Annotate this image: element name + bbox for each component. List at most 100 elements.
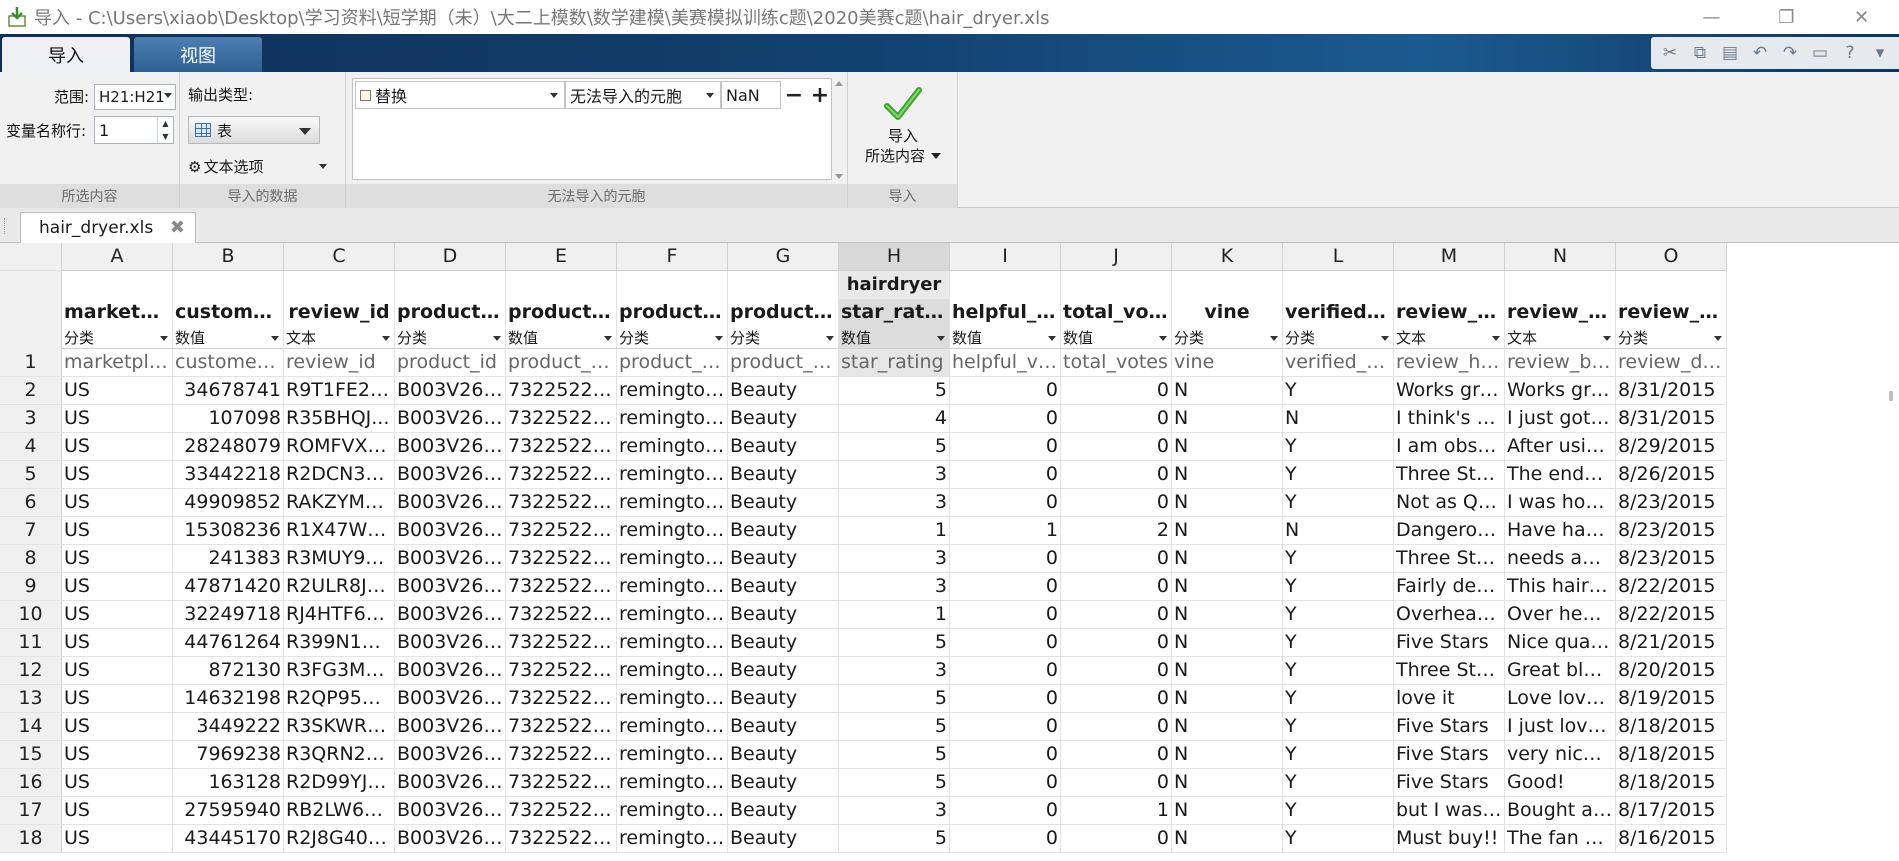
variable-name-cell[interactable]: product_p...: [506, 299, 617, 327]
row-number[interactable]: 17: [0, 797, 62, 825]
table-cell[interactable]: 0: [950, 489, 1061, 517]
table-cell[interactable]: B003V264...: [395, 433, 506, 461]
table-cell[interactable]: Y: [1283, 377, 1394, 405]
table-cell[interactable]: N: [1172, 545, 1283, 573]
table-cell[interactable]: 0: [950, 573, 1061, 601]
table-cell[interactable]: product_id: [395, 349, 506, 377]
row-number[interactable]: 13: [0, 685, 62, 713]
group-name-cell[interactable]: [1061, 271, 1172, 299]
table-cell[interactable]: I am obses...: [1394, 433, 1505, 461]
table-cell[interactable]: marketpla...: [62, 349, 173, 377]
rule-checkbox[interactable]: [360, 89, 371, 101]
table-cell[interactable]: I just got t...: [1505, 405, 1616, 433]
variable-type-dropdown[interactable]: 分类: [395, 327, 506, 349]
row-number[interactable]: 18: [0, 825, 62, 853]
table-cell[interactable]: 8/17/2015: [1616, 797, 1727, 825]
table-cell[interactable]: Love love l...: [1505, 685, 1616, 713]
table-cell[interactable]: review_id: [284, 349, 395, 377]
table-cell[interactable]: 0: [950, 797, 1061, 825]
table-cell[interactable]: Three Stars: [1394, 461, 1505, 489]
table-cell[interactable]: N: [1172, 825, 1283, 853]
group-name-cell[interactable]: [173, 271, 284, 299]
table-cell[interactable]: 732252283: [506, 685, 617, 713]
variable-type-dropdown[interactable]: 分类: [617, 327, 728, 349]
table-cell[interactable]: 43445170: [173, 825, 284, 853]
row-number[interactable]: 9: [0, 573, 62, 601]
table-cell[interactable]: B003V264...: [395, 377, 506, 405]
group-name-cell[interactable]: [1394, 271, 1505, 299]
table-cell[interactable]: Beauty: [728, 461, 839, 489]
table-cell[interactable]: remington...: [617, 685, 728, 713]
table-cell[interactable]: 732252283: [506, 377, 617, 405]
table-cell[interactable]: 732252283: [506, 629, 617, 657]
table-cell[interactable]: 5: [839, 433, 950, 461]
table-cell[interactable]: US: [62, 517, 173, 545]
table-cell[interactable]: US: [62, 377, 173, 405]
table-cell[interactable]: 0: [950, 657, 1061, 685]
restore-button[interactable]: ❐: [1749, 0, 1824, 34]
variable-type-dropdown[interactable]: 文本: [284, 327, 395, 349]
table-cell[interactable]: 0: [1061, 685, 1172, 713]
table-cell[interactable]: 0: [1061, 629, 1172, 657]
table-cell[interactable]: N: [1172, 797, 1283, 825]
table-cell[interactable]: remington...: [617, 377, 728, 405]
redo-icon[interactable]: ↷: [1777, 40, 1803, 66]
row-number[interactable]: 10: [0, 601, 62, 629]
group-name-cell[interactable]: [506, 271, 617, 299]
table-cell[interactable]: Good!: [1505, 769, 1616, 797]
close-tab-icon[interactable]: ✖: [170, 217, 185, 238]
table-cell[interactable]: product_p...: [506, 349, 617, 377]
table-cell[interactable]: B003V264...: [395, 489, 506, 517]
group-name-cell[interactable]: [728, 271, 839, 299]
scroll-thumb[interactable]: [1889, 391, 1893, 401]
table-cell[interactable]: 8/16/2015: [1616, 825, 1727, 853]
table-cell[interactable]: R3QRN25...: [284, 741, 395, 769]
table-cell[interactable]: 0: [950, 629, 1061, 657]
table-cell[interactable]: remington...: [617, 657, 728, 685]
table-cell[interactable]: 8/31/2015: [1616, 377, 1727, 405]
table-cell[interactable]: remington...: [617, 769, 728, 797]
variable-name-cell[interactable]: product_ti...: [617, 299, 728, 327]
table-cell[interactable]: Beauty: [728, 489, 839, 517]
table-cell[interactable]: Beauty: [728, 685, 839, 713]
table-cell[interactable]: 8/22/2015: [1616, 601, 1727, 629]
table-cell[interactable]: remington...: [617, 825, 728, 853]
column-letter-header[interactable]: M: [1394, 243, 1505, 271]
row-number[interactable]: 8: [0, 545, 62, 573]
table-cell[interactable]: 0: [950, 685, 1061, 713]
table-cell[interactable]: Bought as ...: [1505, 797, 1616, 825]
row-number[interactable]: 7: [0, 517, 62, 545]
table-cell[interactable]: Overheate...: [1394, 601, 1505, 629]
table-cell[interactable]: 3: [839, 573, 950, 601]
table-cell[interactable]: Beauty: [728, 629, 839, 657]
table-cell[interactable]: 732252283: [506, 517, 617, 545]
table-cell[interactable]: Beauty: [728, 405, 839, 433]
table-cell[interactable]: 732252283: [506, 545, 617, 573]
table-cell[interactable]: N: [1172, 405, 1283, 433]
table-cell[interactable]: 0: [1061, 769, 1172, 797]
table-cell[interactable]: Works great: [1394, 377, 1505, 405]
variable-type-dropdown[interactable]: 分类: [1616, 327, 1727, 349]
table-cell[interactable]: Y: [1283, 657, 1394, 685]
table-cell[interactable]: The ends a...: [1505, 461, 1616, 489]
table-cell[interactable]: Y: [1283, 461, 1394, 489]
table-cell[interactable]: US: [62, 461, 173, 489]
varname-row-spinner[interactable]: 1 ▲ ▼: [94, 116, 174, 144]
variable-type-dropdown[interactable]: 分类: [1283, 327, 1394, 349]
paste-icon[interactable]: ▤: [1717, 40, 1743, 66]
table-cell[interactable]: Y: [1283, 545, 1394, 573]
help-icon[interactable]: ?: [1837, 40, 1863, 66]
table-cell[interactable]: remington...: [617, 797, 728, 825]
column-letter-header[interactable]: B: [173, 243, 284, 271]
table-cell[interactable]: Five Stars: [1394, 713, 1505, 741]
table-cell[interactable]: 0: [1061, 601, 1172, 629]
group-name-cell[interactable]: hairdryer: [839, 271, 950, 299]
table-cell[interactable]: N: [1172, 657, 1283, 685]
group-name-cell[interactable]: [1283, 271, 1394, 299]
table-cell[interactable]: remington...: [617, 629, 728, 657]
table-cell[interactable]: 8/26/2015: [1616, 461, 1727, 489]
column-letter-header[interactable]: L: [1283, 243, 1394, 271]
table-cell[interactable]: 0: [1061, 405, 1172, 433]
table-cell[interactable]: N: [1172, 713, 1283, 741]
group-name-cell[interactable]: [1505, 271, 1616, 299]
